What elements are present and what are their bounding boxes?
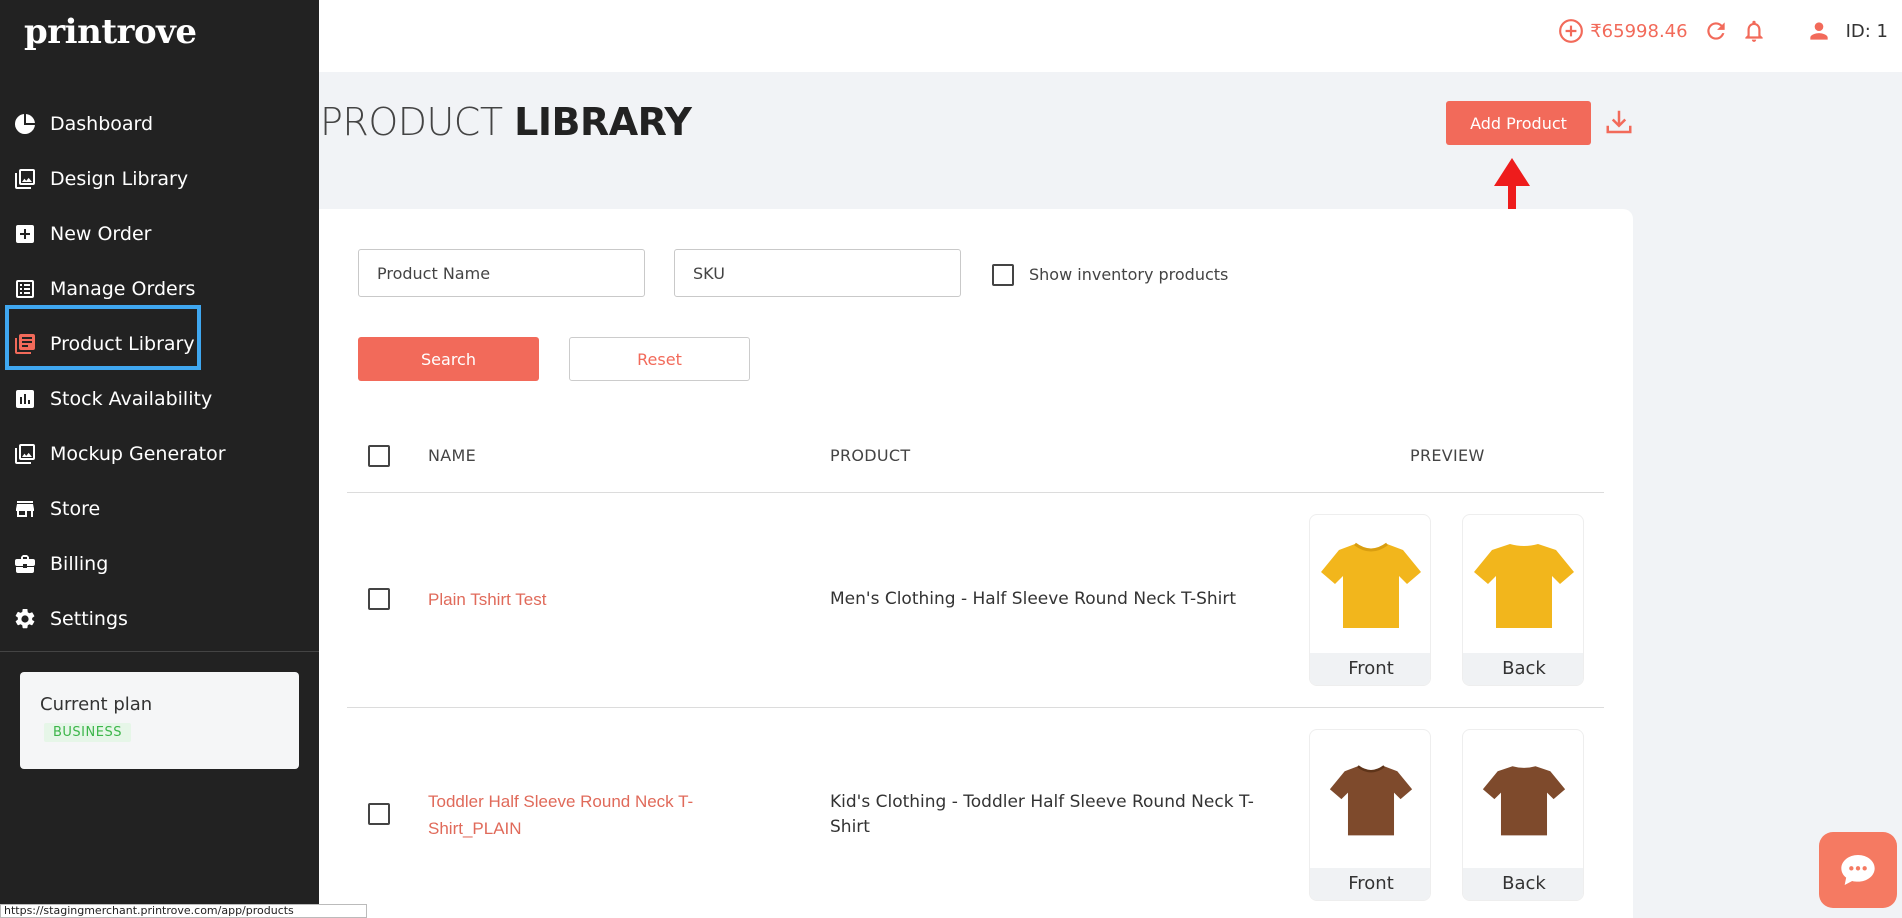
wallet-balance[interactable]: ₹65998.46 (1558, 18, 1688, 44)
show-inventory-label: Show inventory products (1029, 265, 1229, 284)
dashboard-icon (12, 111, 38, 137)
sidebar-item-store[interactable]: Store (0, 481, 319, 536)
chat-icon (1841, 855, 1875, 885)
reset-button[interactable]: Reset (569, 337, 750, 381)
preview-front[interactable]: Front (1309, 729, 1431, 901)
row-checkbox[interactable] (368, 588, 390, 610)
preview-back-label: Back (1463, 653, 1583, 685)
preview-back-label: Back (1463, 868, 1583, 900)
sidebar-divider (0, 651, 319, 652)
user-icon (1809, 22, 1828, 40)
page-title-light: PRODUCT (320, 100, 503, 144)
sidebar-nav: Dashboard Design Library New Order Manag… (0, 96, 319, 646)
brand-logo[interactable]: printrove (24, 12, 197, 52)
sidebar-item-billing[interactable]: Billing (0, 536, 319, 591)
table-divider (347, 707, 1604, 708)
sidebar-item-label: Mockup Generator (50, 442, 226, 465)
user-id: ID: 1 (1845, 20, 1888, 42)
top-bar: ₹65998.46 ID: 1 (319, 0, 1902, 72)
sidebar-item-label: Store (50, 497, 101, 520)
briefcase-icon (12, 551, 38, 577)
product-name-link[interactable]: Plain Tshirt Test (428, 586, 546, 613)
image-icon (12, 166, 38, 192)
sidebar-item-settings[interactable]: Settings (0, 591, 319, 646)
browser-status-url: https://stagingmerchant.printrove.com/ap… (0, 904, 367, 918)
tshirt-back-image (1463, 730, 1583, 870)
plan-badge: BUSINESS (44, 723, 131, 742)
product-name-line: Shirt_PLAIN (428, 819, 522, 838)
user-menu[interactable]: ID: 1 (1806, 18, 1888, 44)
product-type: Kid's Clothing - Toddler Half Sleeve Rou… (830, 790, 1254, 840)
product-name-link[interactable]: Toddler Half Sleeve Round Neck T- Shirt_… (428, 788, 693, 842)
sidebar-item-mockup-generator[interactable]: Mockup Generator (0, 426, 319, 481)
product-type-line: Shirt (830, 817, 870, 837)
current-plan-card: Current plan BUSINESS (20, 672, 299, 769)
table-divider (347, 492, 1604, 493)
search-button[interactable]: Search (358, 337, 539, 381)
column-header-product: PRODUCT (830, 446, 911, 465)
top-bar-actions: ₹65998.46 ID: 1 (1558, 16, 1888, 46)
bell-icon[interactable] (1740, 17, 1768, 45)
image-icon (12, 441, 38, 467)
plus-square-icon (12, 221, 38, 247)
select-all-checkbox[interactable] (368, 445, 390, 467)
sidebar-item-design-library[interactable]: Design Library (0, 151, 319, 206)
download-icon[interactable] (1604, 107, 1634, 137)
store-icon (12, 496, 38, 522)
sidebar-item-label: Stock Availability (50, 387, 213, 410)
preview-front-label: Front (1310, 868, 1430, 900)
product-type-line: Kid's Clothing - Toddler Half Sleeve Rou… (830, 792, 1254, 812)
product-name-input[interactable] (358, 249, 645, 297)
show-inventory-checkbox[interactable] (992, 264, 1014, 286)
sku-input[interactable] (674, 249, 961, 297)
tshirt-back-image (1463, 515, 1583, 655)
row-checkbox[interactable] (368, 803, 390, 825)
sidebar-item-label: Design Library (50, 167, 189, 190)
sidebar-item-label: New Order (50, 222, 152, 245)
chat-button[interactable] (1819, 832, 1897, 908)
sidebar-item-stock-availability[interactable]: Stock Availability (0, 371, 319, 426)
tshirt-front-image (1310, 515, 1430, 655)
sidebar-item-label: Dashboard (50, 112, 154, 135)
product-type: Men's Clothing - Half Sleeve Round Neck … (830, 589, 1237, 609)
preview-front[interactable]: Front (1309, 514, 1431, 686)
balance-amount: ₹65998.46 (1590, 20, 1688, 42)
preview-front-label: Front (1310, 653, 1430, 685)
bar-chart-icon (12, 386, 38, 412)
add-product-button[interactable]: Add Product (1446, 101, 1591, 145)
sidebar-item-label: Settings (50, 607, 128, 630)
plan-title: Current plan (40, 694, 153, 715)
sidebar-item-new-order[interactable]: New Order (0, 206, 319, 261)
sidebar-item-label: Billing (50, 552, 109, 575)
sidebar-item-label: Manage Orders (50, 277, 196, 300)
refresh-icon[interactable] (1702, 17, 1730, 45)
active-item-highlight (5, 305, 201, 370)
preview-back[interactable]: Back (1462, 514, 1584, 686)
page-title: PRODUCT LIBRARY (320, 100, 692, 144)
sidebar-item-dashboard[interactable]: Dashboard (0, 96, 319, 151)
tshirt-front-image (1310, 730, 1430, 870)
product-name-line: Toddler Half Sleeve Round Neck T- (428, 792, 694, 811)
preview-back[interactable]: Back (1462, 729, 1584, 901)
sidebar: printrove Dashboard Design Library New O… (0, 0, 319, 918)
column-header-name: NAME (428, 446, 477, 465)
page-title-bold: LIBRARY (514, 100, 692, 144)
gear-icon (12, 606, 38, 632)
add-funds-icon[interactable] (1558, 18, 1584, 44)
list-icon (12, 276, 38, 302)
column-header-preview: PREVIEW (1410, 446, 1485, 465)
